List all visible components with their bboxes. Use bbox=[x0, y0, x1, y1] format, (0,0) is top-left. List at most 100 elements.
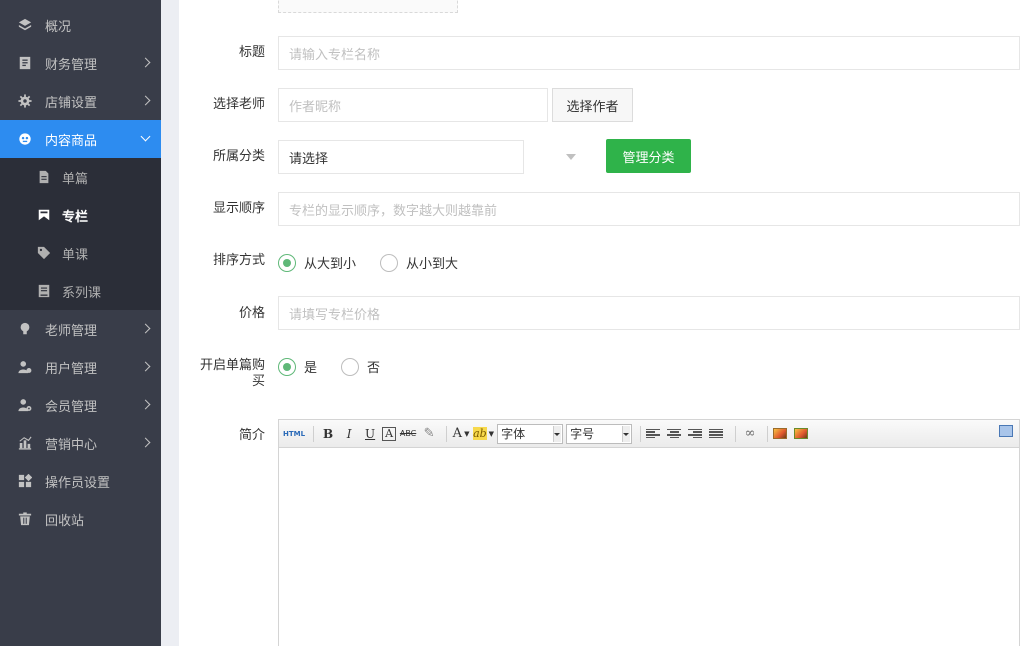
font-color-button[interactable]: A ▼ bbox=[452, 424, 470, 444]
cover-upload-area[interactable] bbox=[278, 0, 458, 13]
font-box-button[interactable]: A bbox=[382, 426, 397, 441]
document-icon bbox=[37, 170, 51, 184]
single-buy-no-radio[interactable]: 否 bbox=[341, 357, 380, 376]
sort-label: 排序方式 bbox=[212, 253, 265, 268]
sidebar-item-label: 会员管理 bbox=[45, 399, 98, 415]
align-left-icon[interactable] bbox=[646, 428, 661, 439]
chevron-right-icon bbox=[140, 95, 151, 106]
sidebar-item-operators[interactable]: 操作员设置 bbox=[0, 462, 161, 500]
chevron-right-icon bbox=[140, 361, 151, 372]
single-buy-label-line1: 开启单篇购 bbox=[199, 358, 265, 373]
price-input[interactable]: 请填写专栏价格 bbox=[278, 296, 1020, 330]
strikethrough-button[interactable]: ABC bbox=[399, 424, 417, 444]
book-icon bbox=[37, 284, 51, 298]
sidebar-item-marketing[interactable]: 营销中心 bbox=[0, 424, 161, 462]
sort-asc-radio[interactable]: 从小到大 bbox=[380, 253, 458, 272]
toolbar-separator bbox=[640, 425, 642, 442]
sidebar-subitem-article[interactable]: 单篇 bbox=[0, 158, 161, 196]
title-input[interactable]: 请输入专栏名称 bbox=[278, 36, 1020, 70]
sidebar-item-overview[interactable]: 概况 bbox=[0, 6, 161, 44]
content-submenu: 单篇 专栏 单课 系列课 bbox=[0, 158, 161, 310]
teacher-label: 选择老师 bbox=[212, 97, 265, 112]
sidebar-subitem-column[interactable]: 专栏 bbox=[0, 196, 161, 234]
sidebar-item-members[interactable]: 会员管理 bbox=[0, 386, 161, 424]
intro-label: 简介 bbox=[238, 428, 265, 443]
dropdown-arrow-icon: ▼ bbox=[488, 429, 495, 438]
single-buy-no-label: 否 bbox=[367, 361, 381, 376]
sidebar-subitem-label: 单课 bbox=[62, 247, 89, 263]
layers-icon bbox=[17, 18, 32, 33]
toolbar-separator bbox=[446, 425, 448, 442]
font-color-label: A bbox=[452, 426, 463, 441]
toolbar-separator bbox=[735, 425, 737, 442]
display-order-placeholder: 专栏的显示顺序，数字越大则越靠前 bbox=[289, 203, 498, 219]
sidebar: 概况 财务管理 店铺设置 内容商品 单篇 专栏 单课 系列课 老师管理 用户管理… bbox=[0, 0, 161, 646]
underline-button[interactable]: U bbox=[361, 424, 379, 444]
align-center-icon[interactable] bbox=[667, 428, 682, 439]
sidebar-item-finance[interactable]: 财务管理 bbox=[0, 44, 161, 82]
sidebar-item-label: 营销中心 bbox=[45, 437, 98, 453]
sidebar-item-recycle-bin[interactable]: 回收站 bbox=[0, 500, 161, 538]
tag-icon bbox=[37, 246, 51, 260]
chart-icon bbox=[17, 436, 32, 451]
sidebar-item-teachers[interactable]: 老师管理 bbox=[0, 310, 161, 348]
lightbulb-icon bbox=[17, 322, 32, 337]
single-buy-yes-radio[interactable]: 是 bbox=[278, 357, 317, 376]
single-buy-label: 开启单篇购 买 bbox=[179, 358, 265, 390]
sidebar-item-shop-settings[interactable]: 店铺设置 bbox=[0, 82, 161, 120]
content-icon bbox=[17, 132, 32, 147]
title-placeholder: 请输入专栏名称 bbox=[289, 47, 381, 63]
sidebar-subitem-series[interactable]: 系列课 bbox=[0, 272, 161, 310]
category-select[interactable]: 请选择 bbox=[278, 140, 524, 174]
multi-image-icon[interactable] bbox=[794, 428, 809, 439]
sidebar-subitem-label: 专栏 bbox=[62, 209, 89, 225]
content-gutter bbox=[161, 0, 179, 646]
sidebar-item-label: 店铺设置 bbox=[45, 95, 98, 111]
sort-asc-label: 从小到大 bbox=[406, 257, 459, 272]
sidebar-item-users[interactable]: 用户管理 bbox=[0, 348, 161, 386]
bold-button[interactable]: B bbox=[319, 424, 337, 444]
chevron-right-icon bbox=[140, 57, 151, 68]
link-icon[interactable]: ∞ bbox=[741, 424, 759, 444]
manage-category-button[interactable]: 管理分类 bbox=[606, 139, 691, 173]
sidebar-item-label: 概况 bbox=[45, 19, 72, 35]
chevron-right-icon bbox=[140, 323, 151, 334]
dropdown-arrow-icon bbox=[623, 432, 630, 436]
operator-icon bbox=[17, 474, 32, 489]
chevron-right-icon bbox=[140, 399, 151, 410]
radio-unchecked-icon bbox=[380, 253, 398, 272]
eraser-icon[interactable]: ✎ bbox=[420, 424, 438, 444]
price-placeholder: 请填写专栏价格 bbox=[289, 307, 381, 323]
category-label: 所属分类 bbox=[212, 149, 265, 164]
display-order-input[interactable]: 专栏的显示顺序，数字越大则越靠前 bbox=[278, 192, 1020, 226]
caret-down-icon[interactable] bbox=[566, 154, 576, 160]
sidebar-item-content[interactable]: 内容商品 bbox=[0, 120, 161, 158]
select-author-button[interactable]: 选择作者 bbox=[552, 88, 633, 122]
sidebar-subitem-label: 系列课 bbox=[62, 285, 102, 301]
html-source-button[interactable]: HTML bbox=[283, 424, 305, 444]
editor-toolbar: HTML B I U A ABC ✎ A ▼ ab ▼ 字体 字号 ∞ bbox=[279, 420, 1019, 448]
chevron-down-icon bbox=[140, 131, 151, 142]
radio-unchecked-icon bbox=[341, 357, 359, 376]
dropdown-arrow-icon: ▼ bbox=[464, 429, 470, 438]
font-family-select[interactable]: 字体 bbox=[497, 423, 564, 444]
toolbar-separator bbox=[313, 425, 315, 442]
sidebar-item-label: 财务管理 bbox=[45, 57, 98, 73]
ledger-icon bbox=[17, 56, 32, 71]
image-icon[interactable] bbox=[773, 428, 788, 439]
highlight-label: ab bbox=[473, 427, 487, 440]
align-justify-icon[interactable] bbox=[709, 428, 724, 439]
user-icon bbox=[17, 360, 32, 375]
fullscreen-icon[interactable] bbox=[999, 425, 1013, 437]
sidebar-subitem-course[interactable]: 单课 bbox=[0, 234, 161, 272]
sort-desc-radio[interactable]: 从大到小 bbox=[278, 253, 356, 272]
highlight-button[interactable]: ab ▼ bbox=[473, 424, 494, 444]
gear-icon bbox=[17, 94, 32, 109]
font-family-label: 字体 bbox=[501, 427, 526, 441]
price-label: 价格 bbox=[238, 306, 265, 321]
sidebar-item-label: 操作员设置 bbox=[45, 475, 111, 491]
font-size-select[interactable]: 字号 bbox=[566, 423, 633, 444]
italic-button[interactable]: I bbox=[340, 424, 358, 444]
align-right-icon[interactable] bbox=[688, 428, 703, 439]
author-nickname-input[interactable]: 作者昵称 bbox=[278, 88, 548, 122]
